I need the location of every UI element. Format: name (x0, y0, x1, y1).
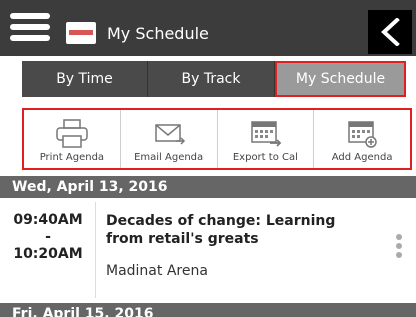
view-tabs: By Time By Track My Schedule (22, 61, 406, 97)
date-header: Fri, April 15, 2016 (0, 303, 416, 317)
end-time: 10:20AM (13, 246, 83, 262)
export-to-cal-label: Export to Cal (232, 152, 298, 163)
more-options-icon[interactable] (394, 234, 404, 262)
session-venue: Madinat Arena (106, 263, 208, 279)
printer-icon (56, 119, 88, 148)
time-column: 09:40AM - 10:20AM (0, 202, 96, 298)
email-agenda-label: Email Agenda (134, 152, 204, 163)
top-app-bar: My Schedule (0, 0, 416, 56)
page-title: My Schedule (107, 24, 209, 43)
start-time: 09:40AM (13, 212, 83, 228)
hamburger-icon[interactable] (10, 13, 50, 45)
list-item[interactable]: 09:40AM - 10:20AM Decades of change: Lea… (0, 202, 416, 298)
add-agenda-button[interactable]: Add Agenda (314, 110, 410, 168)
print-agenda-label: Print Agenda (39, 152, 105, 163)
email-agenda-button[interactable]: Email Agenda (121, 110, 218, 168)
date-header: Wed, April 13, 2016 (0, 176, 416, 198)
export-to-cal-button[interactable]: Export to Cal (218, 110, 315, 168)
calendar-export-icon (251, 121, 282, 147)
back-button[interactable] (368, 10, 412, 54)
tab-by-time[interactable]: By Time (22, 61, 148, 97)
agenda-actions: Print Agenda Email Agenda Export to Cal (22, 108, 412, 170)
tab-by-track[interactable]: By Track (148, 61, 275, 97)
print-agenda-button[interactable]: Print Agenda (24, 110, 121, 168)
app-logo (66, 22, 96, 44)
envelope-icon (154, 124, 185, 145)
add-agenda-label: Add Agenda (331, 152, 393, 163)
time-separator: - (45, 229, 51, 245)
tab-my-schedule[interactable]: My Schedule (275, 61, 406, 97)
calendar-add-icon (348, 121, 377, 148)
session-title: Decades of change: Learning from retail'… (106, 213, 336, 247)
chevron-left-icon (381, 18, 400, 46)
